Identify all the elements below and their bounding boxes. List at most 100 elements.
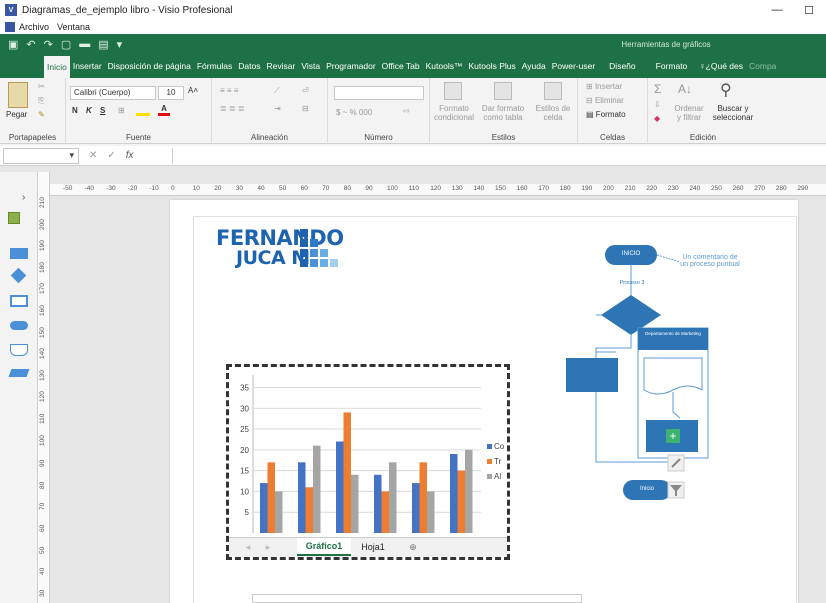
clear-icon[interactable]: ◆ [654, 114, 660, 123]
tab-kutools[interactable]: Kutools™ [423, 54, 466, 78]
bold-button[interactable]: N [72, 106, 78, 115]
fill-icon[interactable]: ⇩ [654, 100, 661, 109]
h-ruler-tick: 200 [603, 185, 614, 192]
prev-sheet-icon[interactable]: ◂ [241, 538, 255, 556]
fill-color-icon[interactable] [136, 104, 150, 116]
tab-office-tab[interactable]: Office Tab [379, 54, 423, 78]
data-shape-icon[interactable] [8, 369, 30, 377]
cancel-icon[interactable]: ✕ [89, 150, 97, 161]
autosum-icon[interactable]: Σ [654, 82, 661, 96]
sort-filter-button[interactable]: Ordenar y filtrar [672, 104, 706, 122]
tab-datos[interactable]: Datos [235, 54, 263, 78]
font-size-select[interactable]: 10 [158, 86, 184, 100]
align-top-icon[interactable]: ≡ ≡ ≡ [220, 86, 238, 95]
grow-font-icon[interactable]: A˄ [188, 86, 198, 95]
cell-styles-icon[interactable] [544, 82, 562, 100]
document-shape-icon[interactable] [10, 344, 28, 356]
insert-cells-label: Insertar [594, 82, 623, 91]
cut-icon[interactable]: ✂ [38, 82, 45, 91]
orientation-icon[interactable]: ⟋ [274, 86, 280, 96]
paste-button[interactable]: Pegar [6, 110, 27, 119]
merge-icon[interactable]: ⊟ [302, 104, 309, 113]
insert-function-icon[interactable]: fx [126, 150, 134, 161]
tab-ayuda[interactable]: Ayuda [519, 54, 549, 78]
editing-group-label: Edición [689, 133, 717, 142]
save-icon[interactable]: ▣ [8, 38, 18, 51]
menu-archivo[interactable]: Archivo [15, 22, 53, 32]
horizontal-scrollbar[interactable] [252, 594, 582, 603]
find-icon[interactable]: ⚲ [720, 80, 732, 100]
number-format-buttons[interactable]: $ ~ % 000 [336, 108, 372, 117]
insert-cells-button[interactable]: ⊞ Insertar [586, 82, 622, 91]
redo-icon[interactable]: ↷ [44, 38, 53, 51]
formula-input[interactable] [172, 148, 824, 164]
tab-programador[interactable]: Programador [323, 54, 379, 78]
tab-share[interactable]: Compa [746, 54, 779, 78]
format-painter-icon[interactable]: ✎ [38, 110, 45, 119]
tab-disposicion[interactable]: Disposición de página [105, 54, 194, 78]
decimal-icon[interactable]: ⁺⁰ [402, 108, 409, 117]
v-ruler-tick: 200 [39, 218, 46, 230]
sort-filter-icon[interactable]: A↓ [678, 82, 692, 96]
format-cells-button[interactable]: ▤ Formato [586, 110, 626, 119]
indent-icon[interactable]: ⇥ [274, 104, 281, 113]
sheet-tab-grafico1[interactable]: Gráfico1 [297, 538, 351, 556]
decision-shape-icon[interactable] [10, 267, 27, 284]
tab-tell-me[interactable]: ♀ ¿Qué des [696, 54, 746, 78]
customize-qat-icon[interactable]: ▾ [117, 38, 123, 51]
conditional-format-button[interactable]: Formato condicional [432, 104, 476, 122]
tab-diseno[interactable]: Diseño [606, 54, 638, 78]
next-sheet-icon[interactable]: ▸ [261, 538, 275, 556]
tab-vista[interactable]: Vista [298, 54, 323, 78]
open-icon[interactable]: ▬ [79, 38, 90, 50]
minimize-button[interactable]: — [762, 0, 792, 20]
tab-inicio[interactable]: Inicio [44, 56, 70, 78]
delete-cells-button[interactable]: ⊟ Eliminar [586, 96, 624, 105]
v-ruler-tick: 40 [39, 567, 46, 576]
menu-ventana[interactable]: Ventana [53, 22, 94, 32]
bar-chart[interactable]: 35 30 25 20 15 10 5 Co Tr Al [229, 367, 507, 537]
confirm-icon[interactable]: ✓ [107, 150, 115, 161]
sheet-tab-hoja1[interactable]: Hoja1 [353, 538, 393, 556]
font-group: Calibri (Cuerpo) 10 A˄ N K S ⊞ A Fuente [66, 78, 212, 144]
print-preview-icon[interactable]: ▤ [98, 38, 108, 51]
terminator-shape-icon[interactable] [10, 321, 28, 330]
tab-insertar[interactable]: Insertar [70, 54, 105, 78]
add-sheet-icon[interactable]: ⊕ [405, 538, 421, 556]
format-table-button[interactable]: Dar formato como tabla [480, 104, 526, 122]
process-box-left[interactable] [566, 358, 618, 392]
tab-formato[interactable]: Formato [653, 54, 691, 78]
h-ruler-tick: 250 [711, 185, 722, 192]
name-box[interactable]: ▾ [3, 147, 79, 164]
tab-power-user[interactable]: Power-user [549, 54, 598, 78]
copy-icon[interactable]: ⎘ [38, 96, 44, 106]
conditional-format-icon[interactable] [444, 82, 462, 100]
tab-kutools-plus[interactable]: Kutools Plus [466, 54, 519, 78]
font-name-select[interactable]: Calibri (Cuerpo) [70, 86, 156, 100]
undo-icon[interactable]: ↶ [26, 38, 35, 51]
format-cells-label: Formato [595, 110, 626, 119]
number-format-select[interactable] [334, 86, 424, 100]
align-left-icon[interactable]: ≣ ≣ ≣ [220, 104, 245, 113]
stencil-icon[interactable] [8, 212, 20, 224]
subprocess-shape-icon[interactable] [10, 295, 28, 307]
italic-button[interactable]: K [86, 106, 92, 115]
find-select-button[interactable]: Buscar y seleccionar [708, 104, 758, 122]
wrap-text-icon[interactable]: ⏎ [302, 86, 309, 95]
process-shape-icon[interactable] [10, 248, 28, 259]
bar-tr-2 [305, 487, 313, 533]
maximize-button[interactable]: ☐ [794, 0, 824, 20]
underline-button[interactable]: S [100, 106, 105, 115]
tab-formulas[interactable]: Fórmulas [194, 54, 235, 78]
new-icon[interactable]: ▢ [61, 38, 71, 51]
add-shape-icon[interactable]: + [669, 429, 676, 443]
paste-icon[interactable] [8, 82, 28, 108]
cell-styles-button[interactable]: Estilos de celda [530, 104, 576, 122]
expand-shapes-icon[interactable]: › [22, 192, 25, 203]
borders-icon[interactable]: ⊞ [118, 106, 125, 115]
format-table-icon[interactable] [494, 82, 512, 100]
document-shape[interactable] [643, 357, 703, 395]
h-ruler-tick: 170 [538, 185, 550, 192]
tab-revisar[interactable]: Revisar [264, 54, 299, 78]
font-color-icon[interactable]: A [158, 104, 170, 116]
